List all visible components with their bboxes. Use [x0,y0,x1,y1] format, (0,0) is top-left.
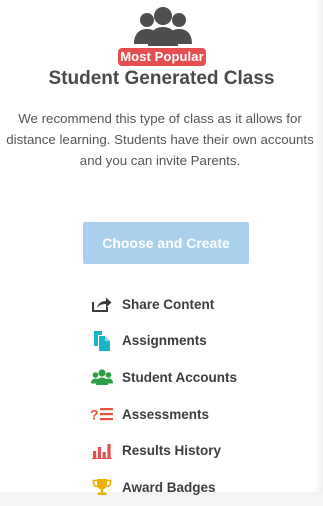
feature-label: Results History [122,443,222,459]
feature-label: Assignments [122,333,207,349]
students-icon [82,365,122,389]
choose-and-create-button[interactable]: Choose and Create [83,222,249,264]
results-chart-icon [82,439,122,463]
feature-item-assignments: Assignments [82,323,312,360]
feature-item-award-badges: Award Badges [82,469,312,506]
most-popular-badge: Most Popular [118,48,206,66]
feature-label: Share Content [122,296,215,312]
class-type-description: We recommend this type of class as it al… [6,111,314,168]
feature-item-student-accounts: Student Accounts [82,359,312,396]
assessments-icon: ? [82,402,122,426]
feature-list: Share Content Assignments Student Accoun… [82,286,312,506]
feature-label: Assessments [122,406,210,422]
class-option-card: Most Popular Student Generated Class We … [0,0,323,496]
trophy-icon [82,475,122,499]
assignments-icon [82,329,122,353]
share-icon [82,292,122,316]
feature-label: Student Accounts [122,369,238,385]
group-icon [134,7,192,46]
svg-text:?: ? [90,407,99,423]
feature-label: Award Badges [122,479,216,495]
feature-item-results-history: Results History [82,432,312,469]
feature-item-assessments: ? Assessments [82,396,312,433]
class-type-title: Student Generated Class [48,68,275,89]
feature-item-share-content: Share Content [82,286,312,323]
